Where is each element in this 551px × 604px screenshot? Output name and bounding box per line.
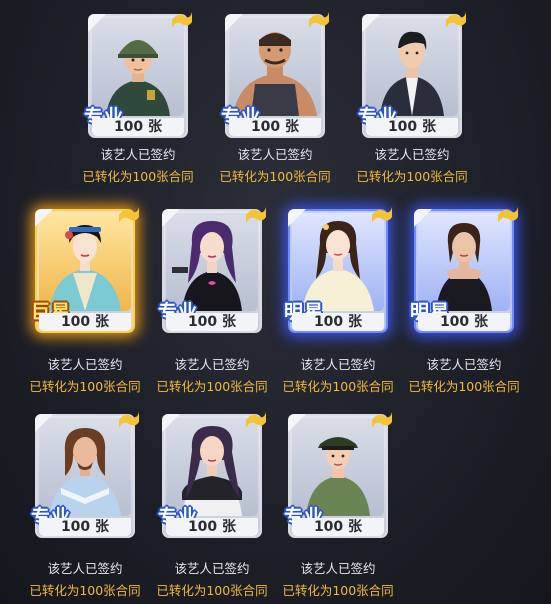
- ribbon-flag-icon: [172, 12, 192, 28]
- artist-card[interactable]: 专业 100 张: [358, 12, 466, 138]
- artist-card[interactable]: 专业 100 张: [284, 412, 392, 538]
- ribbon-flag-icon: [309, 12, 329, 28]
- signed-status: 该艺人已签约: [237, 147, 313, 162]
- converted-status: 已转化为100张合同: [408, 379, 520, 394]
- converted-status: 已转化为100张合同: [219, 169, 331, 184]
- signed-status: 该艺人已签约: [300, 561, 376, 576]
- contract-count: 100 张: [418, 313, 510, 331]
- contract-count: 100 张: [39, 518, 131, 536]
- signed-status: 该艺人已签约: [47, 357, 123, 372]
- converted-status: 已转化为100张合同: [282, 583, 394, 598]
- contract-count: 100 张: [292, 313, 384, 331]
- signed-status: 该艺人已签约: [300, 357, 376, 372]
- ribbon-flag-icon: [446, 12, 466, 28]
- signed-status: 该艺人已签约: [426, 357, 502, 372]
- converted-status: 已转化为100张合同: [282, 379, 394, 394]
- contract-count: 100 张: [92, 118, 184, 136]
- signed-status: 该艺人已签约: [47, 561, 123, 576]
- converted-status: 已转化为100张合同: [29, 583, 141, 598]
- ribbon-flag-icon: [119, 207, 139, 223]
- signed-status: 该艺人已签约: [374, 147, 450, 162]
- ribbon-flag-icon: [372, 412, 392, 428]
- artist-card[interactable]: 专业 100 张: [221, 12, 329, 138]
- converted-status: 已转化为100张合同: [82, 169, 194, 184]
- artist-card[interactable]: 专业 100 张: [158, 207, 266, 333]
- converted-status: 已转化为100张合同: [29, 379, 141, 394]
- ribbon-flag-icon: [372, 207, 392, 223]
- converted-status: 已转化为100张合同: [156, 379, 268, 394]
- artist-card[interactable]: 明星 100 张: [284, 207, 392, 333]
- converted-status: 已转化为100张合同: [156, 583, 268, 598]
- artist-card[interactable]: 明星 100 张: [410, 207, 518, 333]
- contract-count: 100 张: [39, 313, 131, 331]
- artist-card[interactable]: 巨星 100 张: [31, 207, 139, 333]
- signed-status: 该艺人已签约: [174, 561, 250, 576]
- contract-count: 100 张: [166, 518, 258, 536]
- signed-status: 该艺人已签约: [174, 357, 250, 372]
- signed-status: 该艺人已签约: [100, 147, 176, 162]
- converted-status: 已转化为100张合同: [356, 169, 468, 184]
- artist-card[interactable]: 专业 100 张: [31, 412, 139, 538]
- ribbon-flag-icon: [246, 207, 266, 223]
- artist-card[interactable]: 专业 100 张: [84, 12, 192, 138]
- contract-count: 100 张: [166, 313, 258, 331]
- contract-count: 100 张: [292, 518, 384, 536]
- contract-count: 100 张: [366, 118, 458, 136]
- ribbon-flag-icon: [498, 207, 518, 223]
- ribbon-flag-icon: [119, 412, 139, 428]
- artist-card[interactable]: 专业 100 张: [158, 412, 266, 538]
- ribbon-flag-icon: [246, 412, 266, 428]
- contract-count: 100 张: [229, 118, 321, 136]
